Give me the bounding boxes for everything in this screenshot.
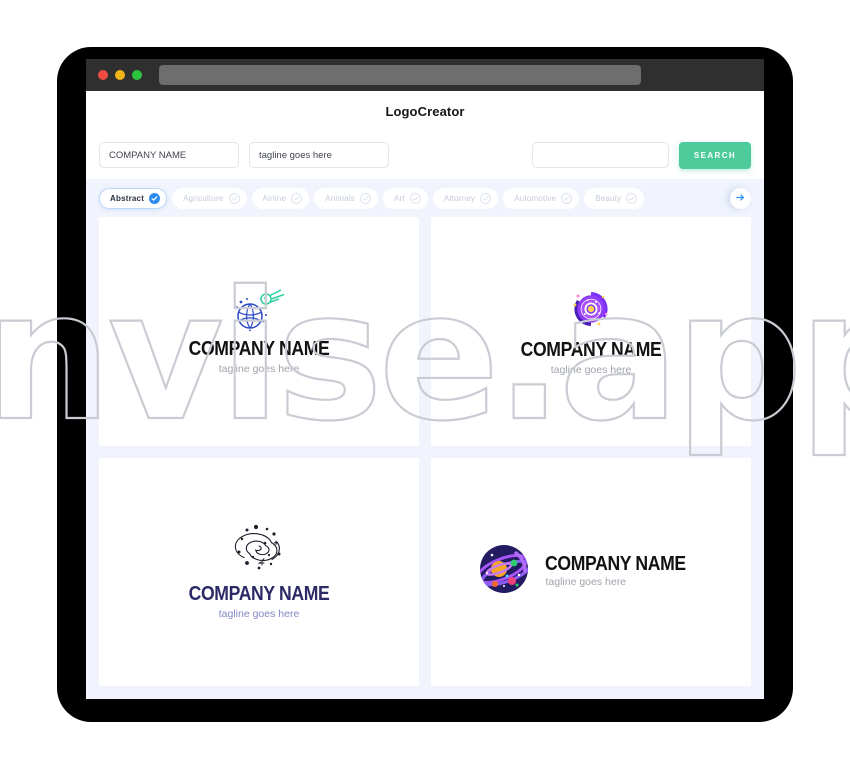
- filter-chip-label: Airline: [262, 194, 287, 203]
- traffic-lights: [98, 70, 142, 80]
- filter-chip-label: Automotive: [514, 194, 557, 203]
- logo-card[interactable]: COMPANY NAME tagline goes here: [99, 217, 419, 446]
- spiral-galaxy-purple-icon: [558, 285, 624, 338]
- filter-chip-automotive[interactable]: Automotive: [503, 188, 580, 209]
- check-circle-icon: [561, 193, 573, 204]
- filter-chip-art[interactable]: Art: [383, 188, 428, 209]
- filter-chip-label: Beauty: [595, 194, 622, 203]
- app-header: LogoCreator: [86, 91, 764, 131]
- browser-window: LogoCreator SEARCH Abstract Agriculture: [86, 59, 764, 699]
- filter-chip-agriculture[interactable]: Agriculture: [172, 188, 247, 209]
- logo-results-grid: COMPANY NAME tagline goes here COMPANY N…: [86, 217, 764, 699]
- filter-chip-label: Abstract: [110, 194, 145, 203]
- keyword-input[interactable]: [532, 142, 669, 168]
- logo-tagline: tagline goes here: [218, 362, 300, 375]
- check-circle-icon: [291, 193, 303, 204]
- check-circle-icon: [360, 193, 372, 204]
- filter-chip-label: Attorney: [443, 194, 476, 203]
- logo-side-layout: COMPANY NAME tagline goes here: [476, 541, 705, 602]
- check-circle-icon: [409, 193, 421, 204]
- minimize-window-dot[interactable]: [115, 70, 125, 80]
- filter-chip-label: Art: [394, 194, 405, 203]
- tagline-input[interactable]: [249, 142, 389, 168]
- next-categories-button[interactable]: [730, 188, 751, 209]
- filter-chip-label: Animals: [325, 194, 356, 203]
- spiral-galaxy-line-icon: [222, 521, 296, 582]
- check-circle-icon: [228, 193, 240, 204]
- page-title: LogoCreator: [385, 103, 465, 119]
- check-circle-icon: [149, 193, 161, 204]
- filter-chip-label: Agriculture: [183, 194, 224, 203]
- logo-stack: COMPANY NAME tagline goes here: [179, 521, 339, 622]
- globe-comet-icon: [226, 286, 292, 337]
- close-window-dot[interactable]: [98, 70, 108, 80]
- category-filter-bar: Abstract Agriculture Airline Animals Art…: [86, 179, 764, 217]
- logo-company-name: COMPANY NAME: [545, 552, 687, 575]
- logo-card[interactable]: COMPANY NAME tagline goes here: [431, 217, 751, 446]
- search-toolbar: SEARCH: [86, 131, 764, 179]
- filter-chip-abstract[interactable]: Abstract: [99, 188, 168, 209]
- logo-card[interactable]: COMPANY NAME tagline goes here: [99, 457, 419, 686]
- logo-stack: COMPANY NAME tagline goes here: [511, 285, 671, 378]
- filter-chip-animals[interactable]: Animals: [314, 188, 379, 209]
- search-button[interactable]: SEARCH: [679, 141, 751, 169]
- logo-stack: COMPANY NAME tagline goes here: [179, 286, 339, 377]
- address-bar[interactable]: [159, 65, 641, 85]
- logo-company-name: COMPANY NAME: [188, 583, 330, 606]
- planet-orbit-icon: [476, 541, 532, 602]
- logo-tagline: tagline goes here: [218, 608, 300, 621]
- logo-tagline: tagline goes here: [545, 575, 627, 588]
- arrow-right-icon: [735, 190, 746, 208]
- check-circle-icon: [626, 193, 638, 204]
- browser-titlebar: [86, 59, 764, 91]
- logo-company-name: COMPANY NAME: [520, 338, 662, 361]
- company-name-input[interactable]: [99, 142, 239, 168]
- logo-tagline: tagline goes here: [550, 363, 632, 376]
- filter-chip-airline[interactable]: Airline: [251, 188, 310, 209]
- filter-chip-beauty[interactable]: Beauty: [584, 188, 645, 209]
- logo-company-name: COMPANY NAME: [188, 337, 330, 360]
- filter-chip-attorney[interactable]: Attorney: [432, 188, 499, 209]
- browser-device-frame: LogoCreator SEARCH Abstract Agriculture: [57, 47, 793, 722]
- maximize-window-dot[interactable]: [132, 70, 142, 80]
- check-circle-icon: [480, 193, 492, 204]
- logo-side-text: COMPANY NAME tagline goes here: [545, 552, 705, 590]
- logo-card[interactable]: COMPANY NAME tagline goes here: [431, 457, 751, 686]
